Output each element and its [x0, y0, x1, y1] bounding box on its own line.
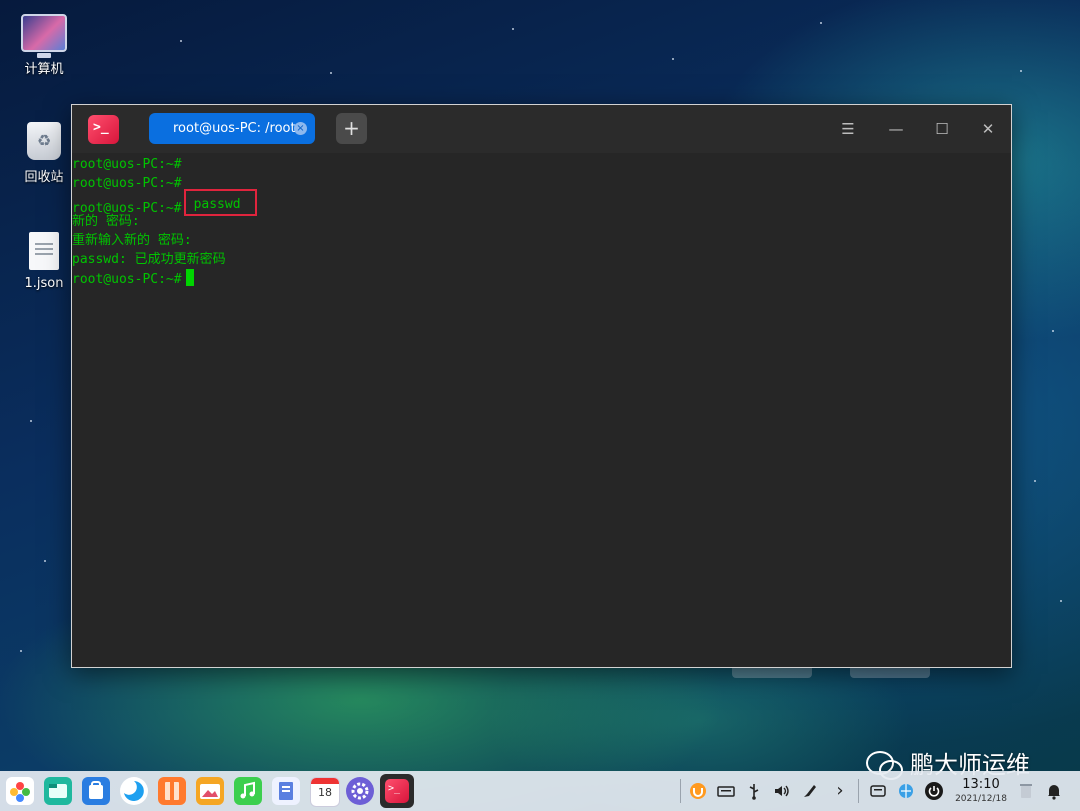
clock-date[interactable]: 2021/12/18	[950, 794, 1012, 804]
desktop-icon-trash[interactable]: 回收站	[12, 122, 76, 185]
close-tab-icon[interactable]: ×	[294, 122, 307, 135]
dock-separator	[680, 779, 681, 803]
archive-manager-icon[interactable]	[158, 777, 186, 805]
terminal-line: root@uos-PC:~# passwd	[72, 189, 1011, 216]
desktop-icon-label: 计算机	[24, 62, 64, 77]
desktop-icon-file[interactable]: 1.json	[12, 232, 76, 291]
minimize-icon[interactable]: —	[884, 117, 908, 141]
terminal-line: root@uos-PC:~#	[72, 269, 1011, 288]
calendar-icon[interactable]: 18	[310, 777, 340, 807]
close-icon[interactable]: ✕	[976, 117, 1000, 141]
dock-separator	[858, 779, 859, 803]
clock-time[interactable]: 13:10	[958, 777, 1004, 792]
launcher-icon[interactable]	[6, 777, 34, 805]
menu-icon[interactable]: ☰	[836, 117, 860, 141]
background-widget	[732, 668, 812, 678]
terminal-line: 重新输入新的 密码:	[72, 233, 192, 248]
terminal-output[interactable]: root@uos-PC:~# root@uos-PC:~# root@uos-P…	[72, 153, 1011, 667]
trash-icon	[27, 122, 61, 160]
notification-bell-icon[interactable]	[1044, 781, 1064, 801]
terminal-titlebar[interactable]: >_ root@uos-PC: /root × + ☰ — ☐ ✕	[72, 105, 1011, 153]
maximize-icon[interactable]: ☐	[930, 117, 954, 141]
power-icon[interactable]	[924, 781, 944, 801]
trash-icon[interactable]	[1016, 781, 1036, 801]
terminal-dock-glyph: >_	[385, 779, 409, 803]
add-tab-button[interactable]: +	[336, 113, 367, 144]
music-icon[interactable]	[234, 777, 262, 805]
terminal-icon[interactable]: >_	[380, 774, 414, 808]
calendar-day: 18	[318, 786, 332, 799]
keyboard-icon[interactable]	[716, 781, 736, 801]
prompt: root@uos-PC:~#	[72, 272, 182, 287]
browser-icon[interactable]	[120, 777, 148, 805]
terminal-window[interactable]: >_ root@uos-PC: /root × + ☰ — ☐ ✕ root@u…	[71, 104, 1012, 668]
dock: 18 >_ › 13:10 2021/12/18	[0, 771, 1080, 811]
tab-root-uos-pc[interactable]: root@uos-PC: /root ×	[149, 113, 315, 144]
network-icon[interactable]	[896, 781, 916, 801]
background-widget	[850, 668, 930, 678]
input-method-icon[interactable]	[688, 781, 708, 801]
document-viewer-icon[interactable]	[272, 777, 300, 805]
settings-icon[interactable]	[346, 777, 374, 805]
usb-icon[interactable]	[744, 781, 764, 801]
desktop-icon-label: 1.json	[24, 276, 64, 291]
terminal-line: passwd: 已成功更新密码	[72, 252, 226, 267]
computer-icon	[21, 14, 67, 58]
desktop-icon-label: 回收站	[24, 170, 64, 185]
volume-icon[interactable]	[772, 781, 792, 801]
terminal-line: root@uos-PC:~#	[72, 157, 182, 172]
highlighted-command: passwd	[183, 189, 257, 216]
text-cursor	[185, 269, 194, 286]
onscreen-keyboard-icon[interactable]	[868, 781, 888, 801]
desktop-icon-computer[interactable]: 计算机	[12, 14, 76, 77]
file-manager-icon[interactable]	[44, 777, 72, 805]
tab-title: root@uos-PC: /root	[173, 121, 296, 136]
image-viewer-icon[interactable]	[196, 777, 224, 805]
app-store-icon[interactable]	[82, 777, 110, 805]
terminal-app-icon: >_	[88, 115, 119, 144]
tray-expand-icon[interactable]: ›	[830, 781, 850, 801]
pen-icon[interactable]	[800, 781, 820, 801]
document-file-icon	[29, 232, 59, 270]
